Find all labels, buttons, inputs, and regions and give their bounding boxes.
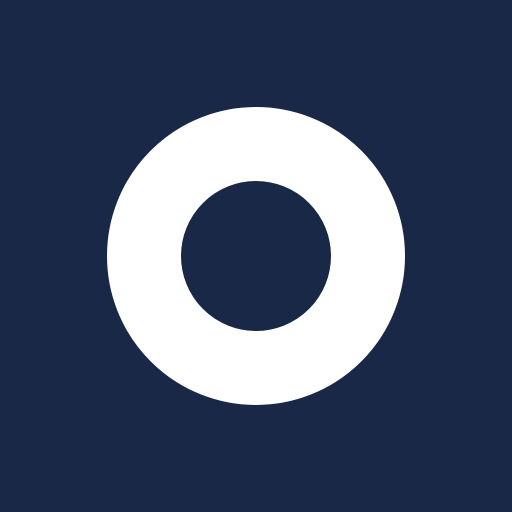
ring-shape <box>107 107 405 405</box>
app-icon-background <box>0 0 512 512</box>
ring-icon <box>107 107 405 405</box>
